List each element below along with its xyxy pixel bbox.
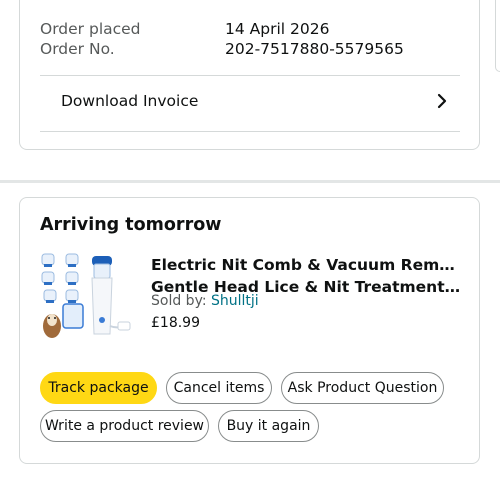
sold-by: Sold by: Shulltji — [151, 293, 259, 309]
seller-link[interactable]: Shulltji — [211, 293, 259, 309]
delivery-status: Arriving tomorrow — [40, 215, 222, 235]
order-placed-label: Order placed — [40, 20, 141, 38]
section-separator — [0, 180, 500, 183]
cancel-items-button[interactable]: Cancel items — [166, 372, 272, 404]
order-number-label: Order No. — [40, 40, 115, 58]
product-image[interactable] — [38, 250, 134, 342]
order-number-value: 202-7517880-5579565 — [225, 40, 404, 58]
download-invoice-label: Download Invoice — [61, 92, 199, 110]
order-placed-date: 14 April 2026 — [225, 20, 330, 38]
track-package-button[interactable]: Track package — [40, 372, 157, 404]
shipment-card: Arriving tomorrow Electric Nit Comb & Va… — [19, 197, 480, 464]
divider — [40, 131, 460, 132]
adjacent-card-edge — [495, 0, 500, 72]
product-price: £18.99 — [151, 315, 200, 331]
sold-by-label: Sold by: — [151, 293, 207, 309]
product-title-line-1: Electric Nit Comb & Vacuum Remover, — [151, 256, 463, 274]
product-title[interactable]: Electric Nit Comb & Vacuum Remover, Gent… — [151, 254, 463, 298]
write-review-button[interactable]: Write a product review — [40, 410, 209, 442]
ask-product-question-button[interactable]: Ask Product Question — [281, 372, 444, 404]
buy-it-again-button[interactable]: Buy it again — [218, 410, 319, 442]
order-info-card: Order placed 14 April 2026 Order No. 202… — [19, 0, 480, 150]
download-invoice-row[interactable]: Download Invoice — [40, 76, 460, 130]
chevron-right-icon — [437, 93, 447, 109]
